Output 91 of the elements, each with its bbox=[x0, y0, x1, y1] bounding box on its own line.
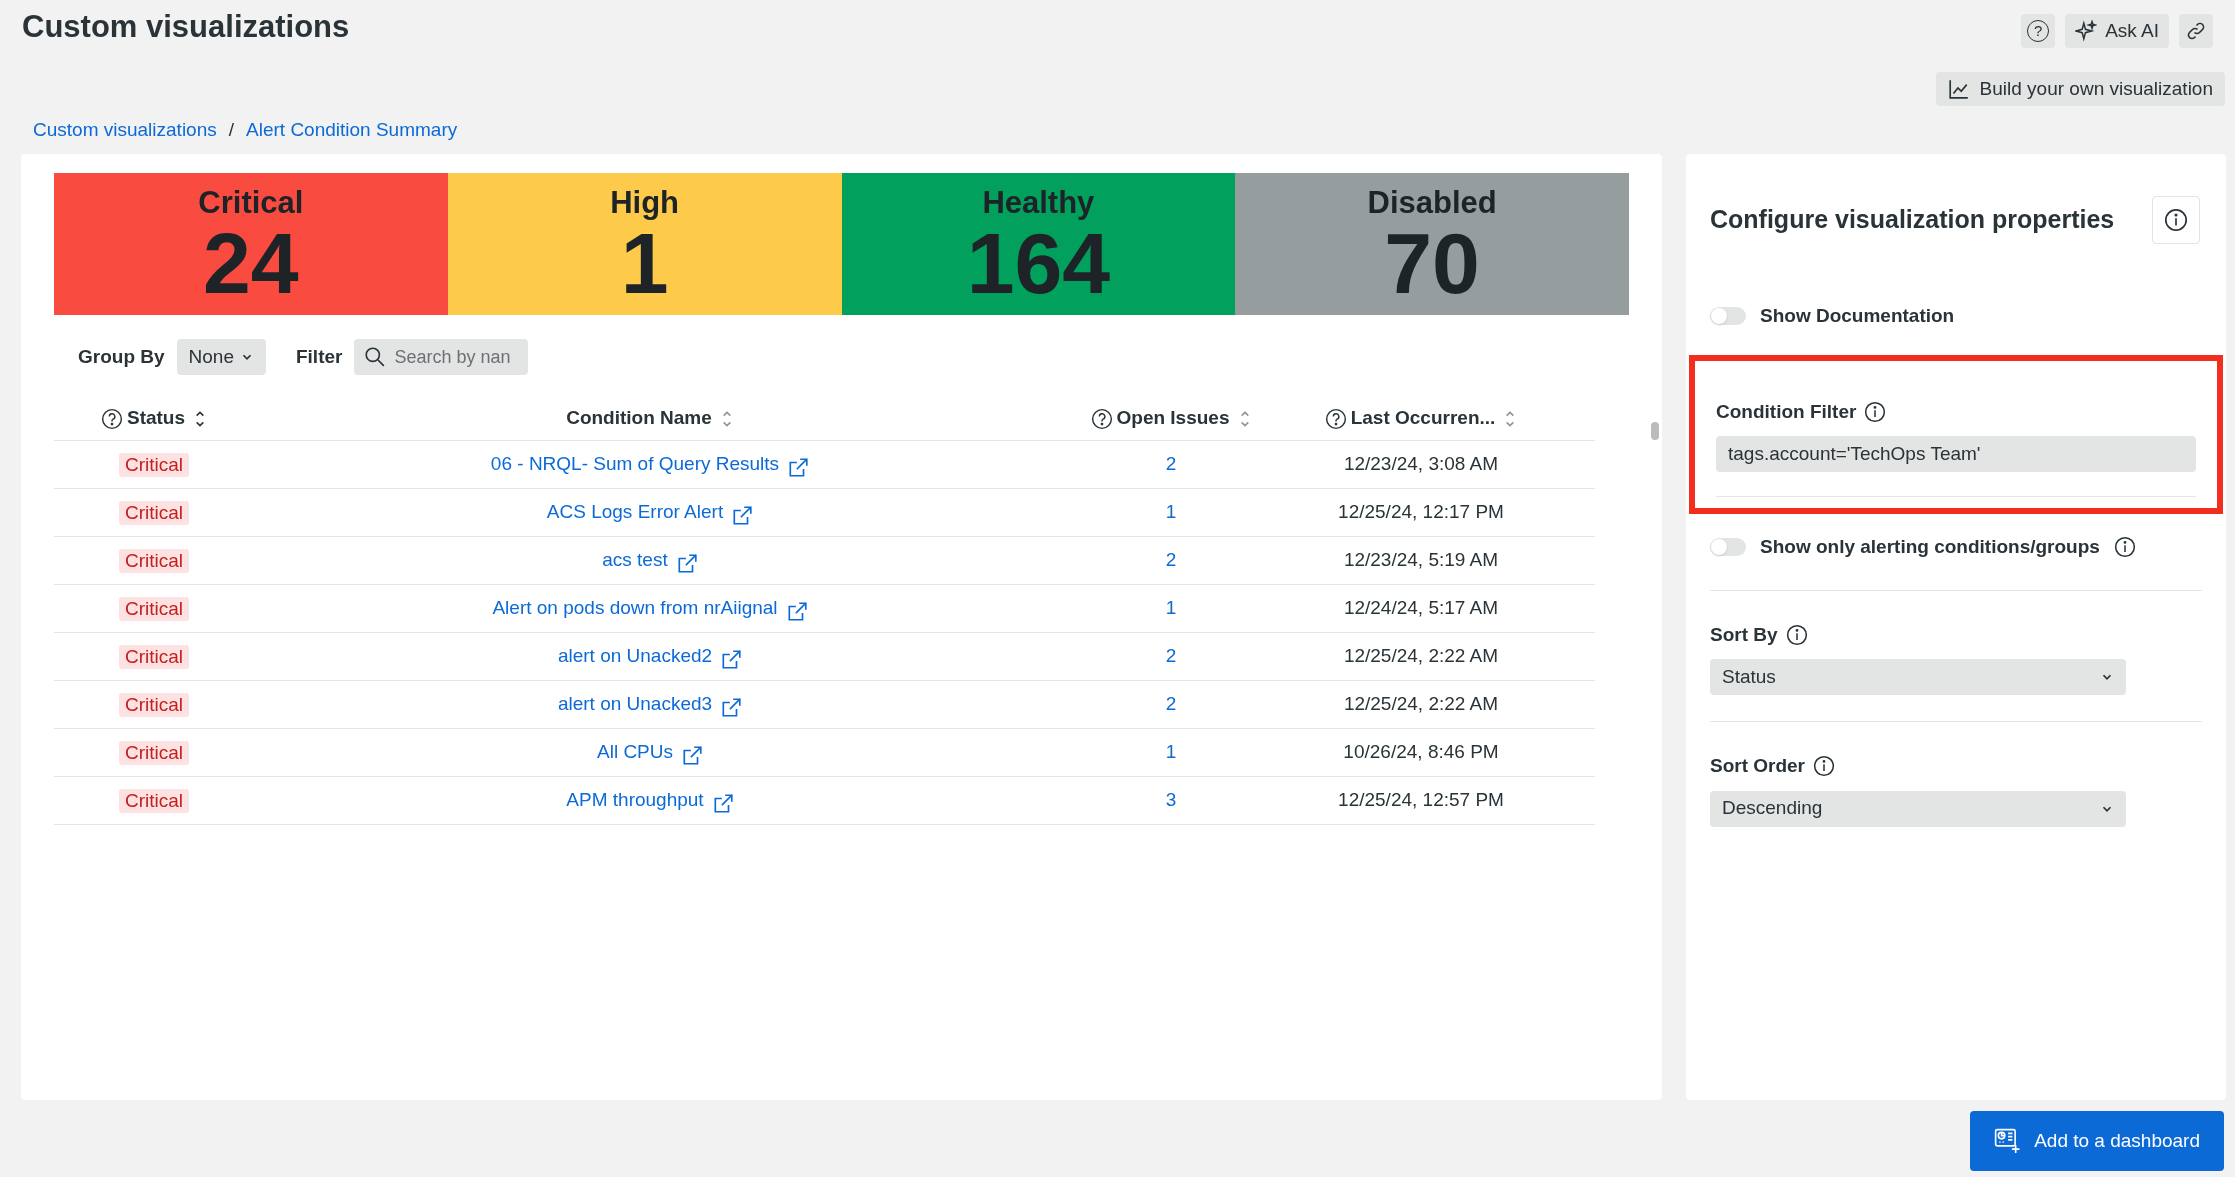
chart-icon bbox=[1947, 78, 1970, 100]
info-icon[interactable] bbox=[1864, 400, 1887, 423]
summary-count: 70 bbox=[1384, 221, 1480, 305]
open-issues-link[interactable]: 2 bbox=[1165, 546, 1177, 575]
status-badge: Critical bbox=[118, 740, 190, 765]
link-icon bbox=[2186, 21, 2206, 41]
status-badge: Critical bbox=[118, 500, 190, 525]
last-occurrence-cell-text: 10/26/24, 8:46 PM bbox=[1343, 740, 1499, 765]
group-by-label: Group By bbox=[78, 344, 165, 369]
group-by-dropdown[interactable]: None bbox=[176, 339, 266, 375]
help-button[interactable]: ? bbox=[2021, 14, 2056, 48]
condition-link[interactable]: All CPUs bbox=[597, 738, 673, 767]
summary-count: 1 bbox=[620, 221, 669, 305]
search-field[interactable]: Search by nan bbox=[354, 339, 529, 375]
open-issues-link[interactable]: 1 bbox=[1165, 738, 1177, 767]
info-icon[interactable] bbox=[1813, 755, 1836, 778]
search-icon bbox=[364, 346, 387, 368]
condition-link[interactable]: ACS Logs Error Alert bbox=[546, 498, 724, 527]
open-issues-link[interactable]: 3 bbox=[1165, 786, 1177, 815]
column-header[interactable]: Open Issues bbox=[1116, 404, 1230, 433]
column-header[interactable]: Condition Name bbox=[566, 404, 712, 433]
last-occurrence-cell-text: 12/25/24, 2:22 AM bbox=[1343, 644, 1499, 669]
external-link-icon[interactable] bbox=[675, 552, 698, 575]
condition-link[interactable]: Alert on pods down from nrAiignal bbox=[492, 594, 778, 623]
scrollbar-thumb[interactable] bbox=[1651, 422, 1659, 440]
toggle-switch[interactable] bbox=[1710, 307, 1746, 326]
status-badge: Critical bbox=[118, 548, 190, 573]
condition-link[interactable]: APM throughput bbox=[566, 786, 704, 815]
page-title: Custom visualizations bbox=[22, 8, 350, 46]
column-header[interactable]: Status bbox=[126, 404, 186, 433]
last-occurrence-cell-text: 12/23/24, 3:08 AM bbox=[1343, 452, 1499, 477]
external-link-icon[interactable] bbox=[681, 744, 703, 767]
toggle-switch[interactable] bbox=[1710, 538, 1746, 557]
condition-link[interactable]: alert on Unacked3 bbox=[557, 690, 713, 719]
open-issues-link[interactable]: 1 bbox=[1165, 594, 1177, 623]
info-button[interactable] bbox=[2152, 196, 2200, 244]
toggle-label: Show only alerting conditions/groups bbox=[1760, 535, 2100, 559]
status-badge: Critical bbox=[118, 692, 190, 717]
summary-label: Critical bbox=[198, 185, 304, 221]
help-icon[interactable] bbox=[1324, 407, 1347, 430]
last-occurrence-cell-text: 12/25/24, 2:22 AM bbox=[1343, 692, 1499, 717]
external-link-icon[interactable] bbox=[720, 648, 743, 671]
field-label: Condition Filter bbox=[1716, 399, 1857, 424]
condition-link[interactable]: acs test bbox=[602, 546, 668, 575]
last-occurrence-cell-text: 12/23/24, 5:19 AM bbox=[1343, 548, 1499, 573]
condition-link[interactable]: alert on Unacked2 bbox=[557, 642, 713, 671]
external-link-icon[interactable] bbox=[720, 696, 743, 719]
filter-label: Filter bbox=[296, 344, 343, 369]
add-to-dashboard-button[interactable]: Add to a dashboard bbox=[1970, 1111, 2224, 1171]
dashboard-add-icon bbox=[1994, 1128, 2021, 1154]
help-icon[interactable] bbox=[100, 407, 123, 430]
field-label: Sort Order bbox=[1710, 754, 1806, 778]
info-icon[interactable] bbox=[2164, 208, 2188, 232]
sort-by-dropdown[interactable]: Status bbox=[1710, 659, 2126, 695]
panel-title: Configure visualization properties bbox=[1710, 204, 2115, 236]
summary-label: Disabled bbox=[1367, 185, 1497, 221]
breadcrumb-separator: / bbox=[228, 117, 235, 142]
condition-filter-field[interactable]: tags.account='TechOps Team' bbox=[1716, 436, 2196, 472]
external-link-icon[interactable] bbox=[711, 792, 734, 815]
status-badge: Critical bbox=[118, 452, 190, 477]
status-badge: Critical bbox=[118, 596, 190, 621]
link-button[interactable] bbox=[2179, 14, 2213, 48]
summary-count: 24 bbox=[203, 221, 299, 305]
summary-label: High bbox=[610, 185, 680, 221]
last-occurrence-cell-text: 12/24/24, 5:17 AM bbox=[1343, 596, 1499, 621]
toggle-label: Show Documentation bbox=[1760, 304, 1955, 328]
build-visualization-button[interactable]: Build your own visualization bbox=[1935, 72, 2225, 106]
external-link-icon[interactable] bbox=[785, 600, 808, 623]
status-badge: Critical bbox=[118, 788, 190, 813]
open-issues-link[interactable]: 2 bbox=[1165, 690, 1177, 719]
external-link-icon[interactable] bbox=[731, 504, 754, 527]
breadcrumb-link[interactable]: Alert Condition Summary bbox=[246, 115, 458, 145]
info-icon[interactable] bbox=[1785, 623, 1808, 646]
last-occurrence-cell-text: 12/25/24, 12:57 PM bbox=[1338, 788, 1504, 813]
ask-ai-button[interactable]: Ask AI bbox=[2065, 14, 2169, 48]
external-link-icon[interactable] bbox=[787, 456, 810, 479]
help-icon[interactable] bbox=[1090, 407, 1113, 430]
status-badge: Critical bbox=[118, 644, 190, 669]
open-issues-link[interactable]: 1 bbox=[1165, 498, 1177, 527]
summary-label: Healthy bbox=[982, 185, 1095, 221]
sparkle-icon bbox=[2075, 20, 2098, 42]
open-issues-link[interactable]: 2 bbox=[1165, 450, 1177, 479]
info-icon[interactable] bbox=[2113, 536, 2136, 559]
summary-count: 164 bbox=[966, 221, 1111, 305]
field-label: Sort By bbox=[1710, 622, 1778, 647]
column-header[interactable]: Last Occurren... bbox=[1350, 404, 1496, 433]
last-occurrence-cell-text: 12/25/24, 12:17 PM bbox=[1338, 500, 1504, 525]
condition-link[interactable]: 06 - NRQL- Sum of Query Results bbox=[490, 450, 780, 479]
sort-order-dropdown[interactable]: Descending bbox=[1710, 790, 2126, 827]
open-issues-link[interactable]: 2 bbox=[1165, 642, 1177, 671]
breadcrumb-link[interactable]: Custom visualizations bbox=[33, 115, 217, 145]
